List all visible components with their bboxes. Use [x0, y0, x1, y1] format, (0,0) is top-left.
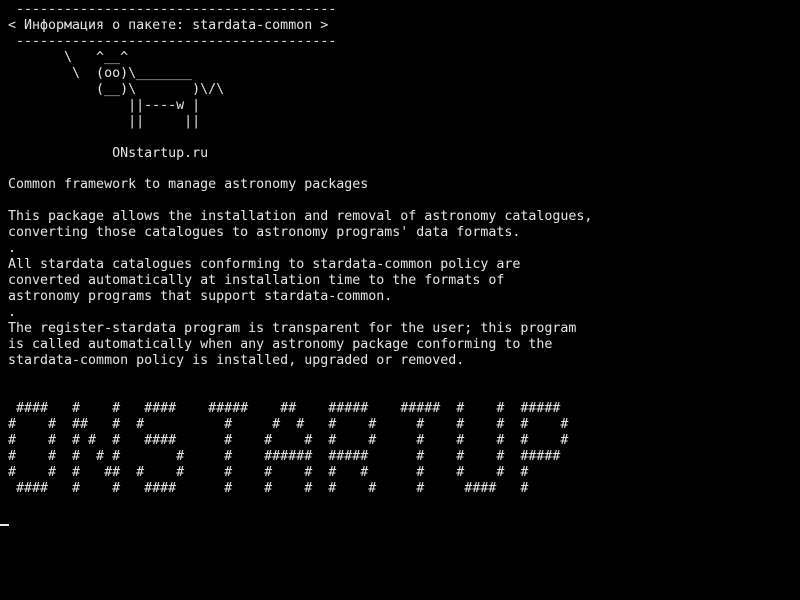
text-cursor: [0, 524, 9, 526]
onstartup-ascii-art: #### # # #### ##### ## ##### ##### # # #…: [8, 401, 569, 496]
package-description: Common framework to manage astronomy pac…: [8, 177, 593, 368]
terminal-screen[interactable]: ----------------------------------------…: [0, 0, 800, 600]
cowsay-banner: ----------------------------------------…: [8, 2, 337, 161]
